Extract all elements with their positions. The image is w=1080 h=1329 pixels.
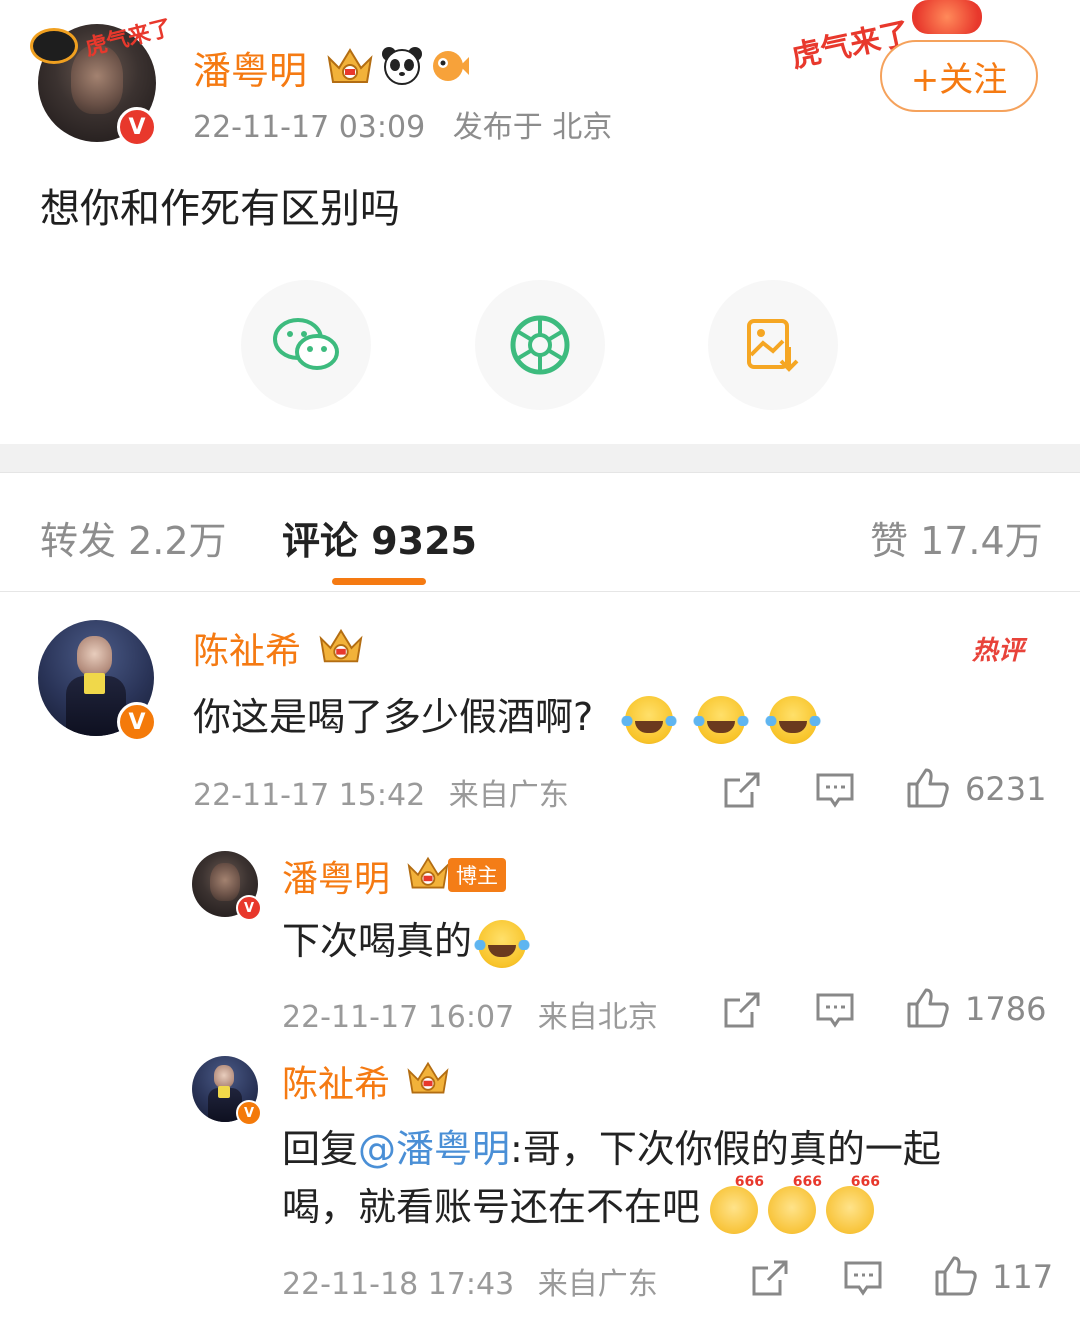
reply-text-line1: 回复@潘粤明:哥，下次你假的真的一起: [282, 1127, 941, 1171]
fish-icon: [433, 51, 469, 81]
verified-badge-icon: V: [236, 1100, 262, 1126]
crown-badge-icon: [319, 628, 363, 663]
pendant-text: 虎气来了: [82, 15, 175, 62]
share-wechat-button[interactable]: [241, 280, 371, 410]
avatar-pendant: 虎气来了: [30, 14, 174, 64]
laugh-cry-emoji-icon: [621, 695, 678, 744]
post-timestamp: 22-11-17 03:09 发布于 北京: [193, 110, 613, 145]
like-count: 1786: [965, 990, 1047, 1028]
post-author-name[interactable]: 潘粤明: [193, 40, 307, 95]
comment-text: 你这是喝了多少假酒啊?: [193, 686, 822, 744]
follow-button[interactable]: +关注: [880, 40, 1038, 112]
laugh-cry-emoji-icon: [693, 695, 750, 744]
like-icon[interactable]: [934, 1254, 978, 1298]
tab-comments[interactable]: 评论 9325: [282, 510, 477, 565]
laugh-cry-emoji-icon: [474, 919, 531, 968]
reply-text-line2: 喝，就看账号还在不在吧 666 666 666: [282, 1174, 880, 1234]
verified-badge-icon: V: [236, 895, 262, 921]
share-icon[interactable]: [722, 770, 762, 810]
reply-meta: 22-11-18 17:43 来自广东: [282, 1267, 658, 1302]
verified-badge-icon: V: [117, 107, 157, 147]
666-emoji-icon: 666: [710, 1174, 764, 1234]
active-tab-indicator: [332, 578, 426, 585]
comment-icon[interactable]: [843, 1258, 883, 1298]
comment-icon[interactable]: [815, 770, 855, 810]
commenter-name[interactable]: 陈祉希: [193, 622, 301, 674]
crown-badge-icon: [407, 1061, 449, 1094]
section-divider: [0, 444, 1080, 473]
save-image-button[interactable]: [708, 280, 838, 410]
reply-author-name[interactable]: 陈祉希: [282, 1055, 390, 1107]
share-icon[interactable]: [750, 1258, 790, 1298]
like-count: 117: [992, 1258, 1054, 1296]
verified-badge-icon: V: [117, 702, 157, 742]
reply-text: 下次喝真的: [282, 910, 531, 968]
tab-divider: [0, 591, 1080, 592]
like-count: 6231: [965, 770, 1047, 808]
save-image-icon: [747, 319, 799, 372]
post-text: 想你和作死有区别吗: [40, 186, 400, 232]
tab-repost[interactable]: 转发 2.2万: [40, 510, 227, 565]
host-tag: 博主: [448, 858, 506, 892]
666-emoji-icon: 666: [826, 1174, 880, 1234]
reply-author-name[interactable]: 潘粤明: [282, 850, 390, 902]
hot-comment-badge: 热评: [972, 636, 1025, 666]
share-icon[interactable]: [722, 990, 762, 1030]
comment-meta: 22-11-17 15:42 来自广东: [193, 778, 569, 813]
tab-likes[interactable]: 赞 17.4万: [870, 510, 1043, 565]
comment-icon[interactable]: [815, 990, 855, 1030]
wechat-icon: [273, 318, 339, 370]
moments-aperture-icon: [510, 315, 570, 375]
crown-badge-icon: [327, 48, 373, 83]
crown-badge-icon: [407, 856, 449, 889]
reply-meta: 22-11-17 16:07 来自北京: [282, 1000, 658, 1035]
666-emoji-icon: 666: [768, 1174, 822, 1234]
share-moments-button[interactable]: [475, 280, 605, 410]
like-icon[interactable]: [906, 986, 950, 1030]
like-icon[interactable]: [906, 766, 950, 810]
panda-icon: [382, 47, 422, 85]
mention-link[interactable]: @潘粤明: [358, 1127, 510, 1171]
laugh-cry-emoji-icon: [765, 695, 822, 744]
